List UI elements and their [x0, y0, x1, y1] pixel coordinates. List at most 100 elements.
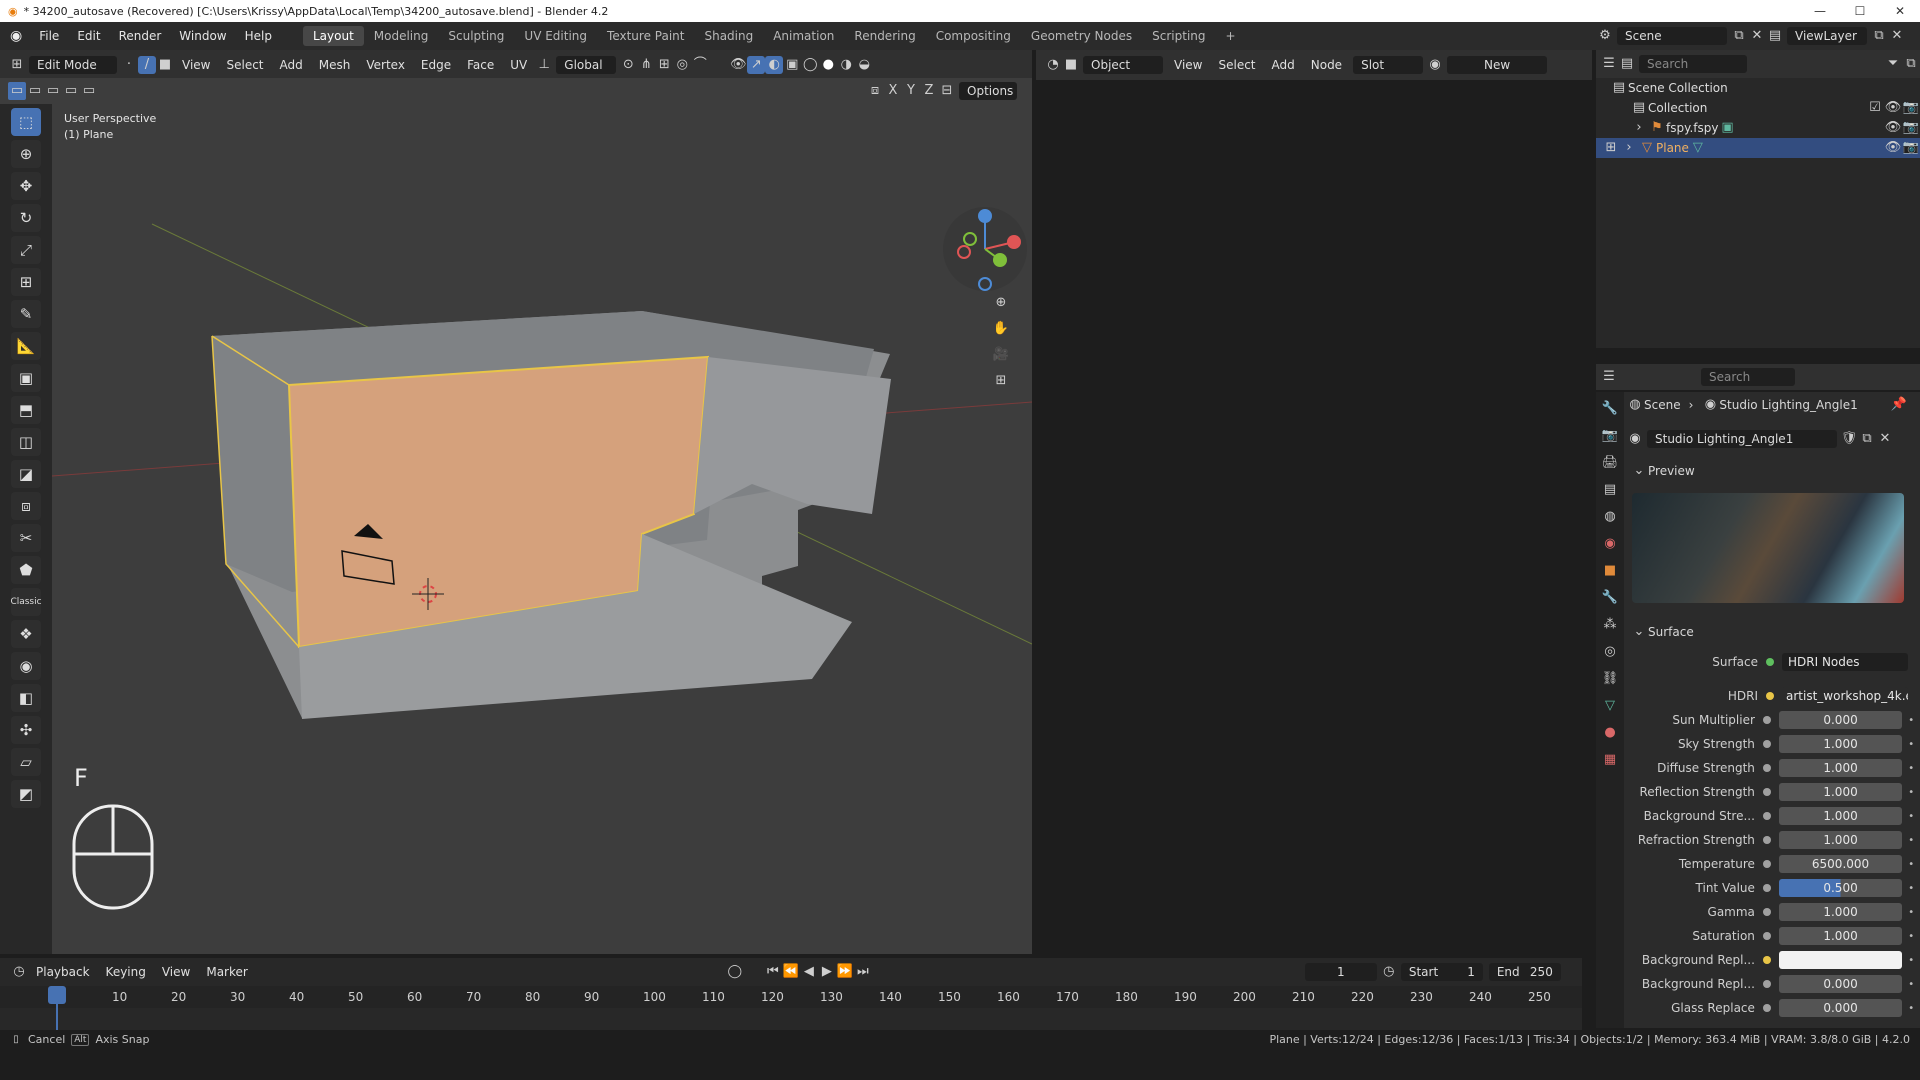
bevel-tool-icon[interactable]: ◪ — [11, 460, 41, 488]
select-new-icon[interactable]: ▭ — [8, 82, 26, 100]
tab-sculpting[interactable]: Sculpting — [438, 26, 514, 46]
shrink-fatten-tool-icon[interactable]: ✣ — [11, 716, 41, 744]
poly-build-tool-icon[interactable]: ⬟ — [11, 556, 41, 584]
editor-type-icon[interactable]: ⊞ — [8, 56, 26, 74]
gizmo-icon[interactable]: ↗ — [747, 56, 766, 74]
snap-grid-icon[interactable]: ⊞ — [655, 56, 673, 74]
tab-animation[interactable]: Animation — [763, 26, 844, 46]
viewport-scene[interactable] — [52, 104, 1032, 954]
blender-menu-icon[interactable]: ◉ — [10, 28, 22, 44]
frame-ruler[interactable]: 1102030405060708090100110120130140150160… — [0, 986, 1582, 1008]
menu-select[interactable]: Select — [218, 58, 271, 72]
property-value-field[interactable]: 0.000 — [1778, 999, 1903, 1017]
edge-slide-tool-icon[interactable]: ◧ — [11, 684, 41, 712]
menu-mesh[interactable]: Mesh — [311, 58, 359, 72]
inset-tool-icon[interactable]: ◫ — [11, 428, 41, 456]
outliner-type-icon[interactable]: ☰ — [1600, 55, 1618, 73]
ortho-grid-icon[interactable]: ⊞ — [992, 372, 1010, 390]
property-value-field[interactable]: 0.500 — [1778, 879, 1903, 897]
unlink-world-icon[interactable]: ✕ — [1876, 430, 1894, 448]
menu-window[interactable]: Window — [170, 29, 235, 43]
current-frame-field[interactable]: 1 — [1304, 963, 1377, 981]
fspy-eye-icon[interactable]: 👁 — [1884, 119, 1902, 137]
randomize-tool-icon[interactable]: ◉ — [11, 652, 41, 680]
visibility-icon[interactable]: 👁 — [729, 56, 747, 74]
properties-search-input[interactable]: Search — [1701, 368, 1795, 386]
property-value-field[interactable] — [1778, 951, 1903, 969]
pan-hand-icon[interactable]: ✋ — [992, 320, 1010, 338]
pin-icon[interactable]: 📌 — [1890, 396, 1908, 414]
add-cube-tool-icon[interactable]: ▣ — [11, 364, 41, 392]
falloff-icon[interactable]: ⌒ — [691, 56, 709, 74]
jump-keyframe-forward-icon[interactable]: ⏩ — [836, 963, 854, 981]
output-tab-icon[interactable]: 🖨 — [1601, 454, 1619, 472]
view-layer-tab-icon[interactable]: ▤ — [1601, 481, 1619, 499]
select-invert-icon[interactable]: ▭ — [62, 82, 80, 100]
overlay-icon[interactable]: ◐ — [765, 56, 784, 74]
edit-mode-icon[interactable]: ⊞ — [1602, 139, 1620, 157]
property-value-field[interactable]: 0.000 — [1778, 711, 1903, 729]
preview-range-icon[interactable]: ◷ — [1380, 963, 1398, 981]
tab-modeling[interactable]: Modeling — [364, 26, 439, 46]
property-value-field[interactable]: 1.000 — [1778, 927, 1903, 945]
new-material-button[interactable]: New — [1447, 56, 1548, 74]
marker-menu[interactable]: Marker — [198, 965, 255, 979]
object-tab-icon[interactable]: ■ — [1601, 562, 1619, 580]
transform-tool-icon[interactable]: ⊞ — [11, 268, 41, 296]
material-browse-icon[interactable]: ◉ — [1426, 56, 1444, 74]
select-extend-icon[interactable]: ▭ — [26, 82, 44, 100]
solid-shading-icon[interactable]: ● — [819, 56, 837, 74]
node-editor-canvas[interactable] — [1036, 80, 1592, 958]
vertex-select-icon[interactable]: · — [120, 56, 138, 74]
fspy-camera-icon[interactable]: 📷 — [1902, 119, 1920, 137]
tab-shading[interactable]: Shading — [694, 26, 763, 46]
expand-chevron-icon[interactable]: › — [1630, 119, 1648, 137]
property-value-field[interactable]: 6500.000 — [1778, 855, 1903, 873]
xray-icon[interactable]: ▣ — [783, 56, 801, 74]
world-browse-icon[interactable]: ◉ — [1626, 430, 1644, 448]
navigation-gizmo[interactable] — [940, 204, 1030, 294]
scene-tab-icon[interactable]: ◍ — [1601, 508, 1619, 526]
node-editor-type-icon[interactable]: ◔ — [1044, 56, 1062, 74]
options-dropdown[interactable]: Options — [959, 82, 1017, 100]
select-intersect-icon[interactable]: ▭ — [80, 82, 98, 100]
filter-icon[interactable]: ⏷ — [1884, 55, 1902, 73]
property-value-field[interactable]: 1.000 — [1778, 759, 1903, 777]
menu-view[interactable]: View — [174, 58, 218, 72]
tab-uv-editing[interactable]: UV Editing — [514, 26, 597, 46]
mesh-options-icon[interactable]: ⊟ — [938, 82, 956, 100]
playhead[interactable] — [48, 986, 66, 1004]
select-box-tool-icon[interactable]: ⬚ — [11, 108, 41, 136]
fspy-row[interactable]: › ⚑ fspy.fspy ▣ 👁 📷 — [1596, 118, 1920, 138]
tab-compositing[interactable]: Compositing — [926, 26, 1021, 46]
preview-panel-header[interactable]: ⌄ Preview — [1630, 462, 1695, 480]
collection-eye-icon[interactable]: 👁 — [1884, 99, 1902, 117]
node-menu-view[interactable]: View — [1166, 58, 1210, 72]
select-subtract-icon[interactable]: ▭ — [44, 82, 62, 100]
menu-add[interactable]: Add — [272, 58, 311, 72]
scale-tool-icon[interactable]: ⤢ — [11, 236, 41, 264]
scene-collection-row[interactable]: ▤ Scene Collection — [1596, 78, 1920, 98]
delete-viewlayer-icon[interactable]: ✕ — [1888, 27, 1906, 45]
rendered-shading-icon[interactable]: ◒ — [855, 56, 873, 74]
fake-user-icon[interactable]: 🛡 — [1840, 430, 1858, 448]
measure-tool-icon[interactable]: 📐 — [11, 332, 41, 360]
menu-edge[interactable]: Edge — [413, 58, 459, 72]
proportional-icon[interactable]: ◎ — [673, 56, 691, 74]
timeline-view-menu[interactable]: View — [154, 965, 198, 979]
jump-keyframe-back-icon[interactable]: ⏪ — [782, 963, 800, 981]
viewlayer-selector[interactable]: ViewLayer — [1787, 27, 1867, 45]
plane-row[interactable]: ⊞ › ▽ Plane ▽ 👁 📷 — [1596, 138, 1920, 158]
3d-viewport[interactable]: User Perspective (1) Plane F ⊕ ✋ 🎥 ⊞ — [52, 104, 1032, 954]
axis-z-toggle[interactable]: Z — [920, 82, 938, 100]
mirror-icon[interactable]: ⧈ — [866, 82, 884, 100]
menu-file[interactable]: File — [30, 29, 68, 43]
edge-select-icon[interactable]: / — [138, 56, 156, 74]
expand-chevron-icon[interactable]: › — [1620, 139, 1638, 157]
slot-selector[interactable]: Slot — [1353, 56, 1424, 74]
hdri-image-selector[interactable]: artist_workshop_4k.exr.... — [1782, 687, 1908, 705]
play-reverse-icon[interactable]: ◀ — [800, 963, 818, 981]
jump-start-icon[interactable]: ⏮ — [764, 963, 782, 981]
rotate-tool-icon[interactable]: ↻ — [11, 204, 41, 232]
play-icon[interactable]: ▶ — [818, 963, 836, 981]
